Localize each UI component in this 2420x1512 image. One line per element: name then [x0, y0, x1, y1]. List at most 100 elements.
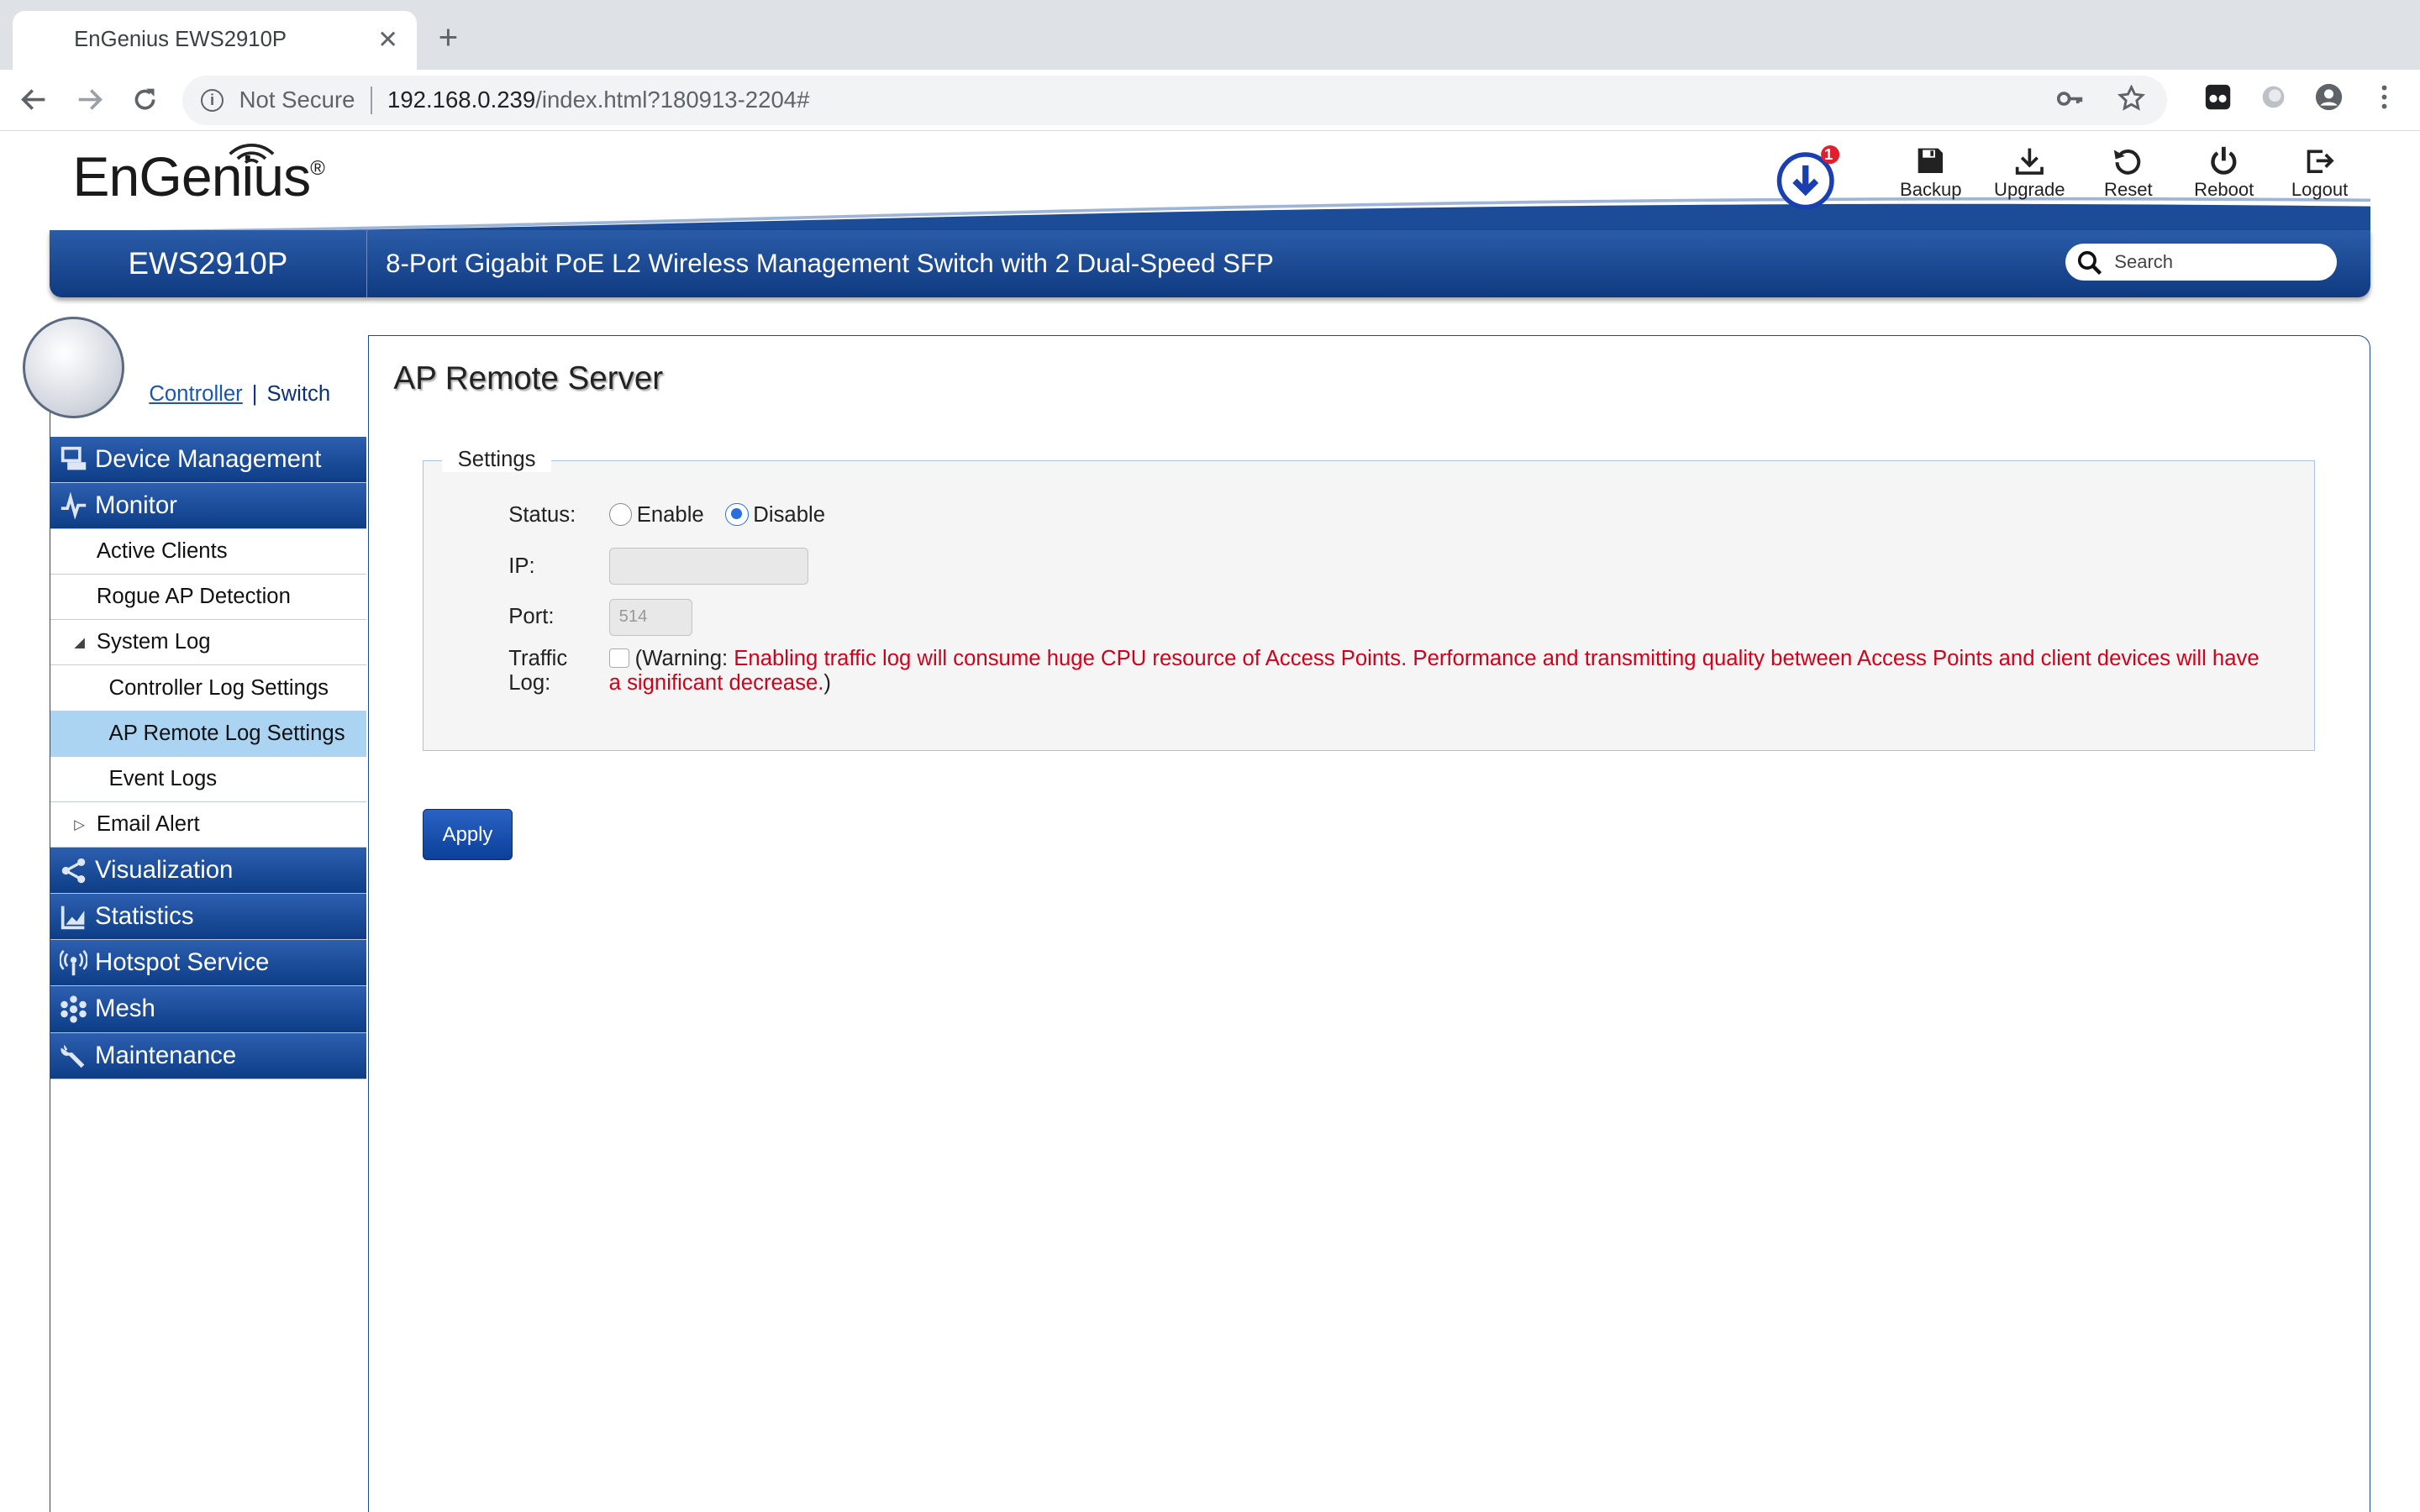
- traffic-label-line2: Log:: [508, 671, 551, 696]
- share-icon: [61, 858, 86, 883]
- visualization-label: Visualization: [95, 856, 234, 885]
- sidebar-item-hotspot[interactable]: Hotspot Service: [50, 940, 367, 987]
- controller-log-label: Controller Log Settings: [108, 675, 329, 700]
- browser-toolbar: i Not Secure 192.168.0.239/index.html?18…: [0, 69, 2420, 132]
- omnibox-separator: [370, 86, 372, 114]
- sidebar: Controller | Switch Device Management Moni…: [22, 316, 369, 1512]
- warning-message: Enabling traffic log will consume huge C…: [608, 646, 2260, 696]
- status-options: Enable Disable: [608, 502, 825, 528]
- notification-download-icon[interactable]: 1: [1775, 144, 1840, 210]
- new-tab-icon[interactable]: +: [439, 20, 459, 54]
- extension-icon[interactable]: [2204, 83, 2232, 111]
- model-name: EWS2910P: [50, 229, 368, 298]
- mesh-icon: [60, 995, 87, 1023]
- backup-button[interactable]: Backup: [1898, 145, 1963, 201]
- wifi-logo-icon: [229, 144, 275, 164]
- sidebar-menu: Device Management Monitor Active Clients…: [50, 436, 367, 1079]
- port-input[interactable]: 514: [608, 598, 692, 636]
- sidebar-item-maintenance[interactable]: Maintenance: [50, 1032, 367, 1079]
- active-clients-label: Active Clients: [96, 539, 228, 564]
- rogue-ap-label: Rogue AP Detection: [96, 585, 291, 609]
- url-path: /index.html?180913-2204#: [535, 87, 810, 113]
- disable-label[interactable]: Disable: [753, 503, 825, 527]
- apply-button[interactable]: Apply: [423, 809, 513, 861]
- event-logs-label: Event Logs: [108, 766, 218, 790]
- settings-fieldset: Settings Status: Enable Disable IP: Port…: [423, 447, 2316, 751]
- reboot-label: Reboot: [2194, 179, 2254, 201]
- hotspot-label: Hotspot Service: [95, 948, 270, 977]
- logout-button[interactable]: Logout: [2287, 145, 2352, 201]
- traffic-log-checkbox[interactable]: [608, 648, 629, 669]
- extension-icons: [2204, 83, 2398, 111]
- sidebar-item-rogue-ap[interactable]: Rogue AP Detection: [50, 575, 367, 621]
- antenna-icon: [59, 949, 87, 976]
- star-icon[interactable]: [2117, 85, 2145, 113]
- reset-label: Reset: [2104, 179, 2153, 201]
- browser-tab[interactable]: EnGenius EWS2910P ✕: [12, 10, 417, 70]
- sidebar-item-system-log[interactable]: ◢ System Log: [50, 620, 367, 666]
- sidebar-item-controller-log[interactable]: Controller Log Settings: [50, 665, 367, 711]
- sidebar-item-monitor[interactable]: Monitor: [50, 482, 367, 529]
- sidebar-item-device-management[interactable]: Device Management: [50, 436, 367, 483]
- address-bar[interactable]: i Not Secure 192.168.0.239/index.html?18…: [182, 75, 2167, 125]
- sidebar-item-ap-remote-log[interactable]: AP Remote Log Settings: [50, 711, 367, 757]
- sidebar-item-mesh[interactable]: Mesh: [50, 986, 367, 1033]
- search-placeholder: Search: [2114, 251, 2174, 273]
- backup-label: Backup: [1900, 179, 1962, 201]
- sidebar-item-active-clients[interactable]: Active Clients: [50, 528, 367, 575]
- expanded-caret-icon: ◢: [74, 633, 85, 650]
- logout-label: Logout: [2291, 179, 2349, 201]
- extension-circle-icon[interactable]: [2260, 83, 2287, 111]
- upgrade-label: Upgrade: [1994, 179, 2065, 201]
- reset-icon: [2114, 149, 2141, 175]
- monitor-icon: [60, 491, 86, 520]
- system-log-label: System Log: [96, 630, 211, 654]
- tab-close-icon[interactable]: ✕: [377, 25, 398, 55]
- warning-prefix: (Warning:: [634, 646, 734, 670]
- search-icon: [2078, 250, 2102, 275]
- sidebar-item-visualization[interactable]: Visualization: [50, 848, 367, 895]
- maintenance-label: Maintenance: [95, 1041, 237, 1069]
- traffic-label-line1: Traffic: [508, 646, 568, 670]
- sidebar-item-event-logs[interactable]: Event Logs: [50, 756, 367, 802]
- wrench-icon: [60, 1044, 85, 1068]
- ip-input[interactable]: [608, 548, 808, 585]
- top-actions: Backup Upgrade Reset Reboot Logout: [1898, 145, 2352, 201]
- traffic-log-label: Traffic Log:: [508, 647, 567, 696]
- reload-icon[interactable]: [124, 78, 166, 121]
- reset-button[interactable]: Reset: [2096, 145, 2160, 201]
- back-icon[interactable]: [13, 78, 55, 121]
- key-icon[interactable]: [2056, 85, 2084, 113]
- switch-link[interactable]: Switch: [266, 382, 330, 406]
- view-separator: |: [251, 382, 258, 407]
- disable-radio[interactable]: [725, 502, 749, 527]
- port-label: Port:: [508, 605, 555, 629]
- search-input[interactable]: Search: [2065, 244, 2337, 281]
- view-switch: Controller | Switch: [149, 382, 330, 407]
- statistics-label: Statistics: [95, 902, 194, 931]
- not-secure-label: Not Secure: [239, 87, 355, 113]
- controller-link[interactable]: Controller: [149, 382, 242, 406]
- menu-dots-icon[interactable]: [2370, 83, 2398, 111]
- mesh-label: Mesh: [95, 995, 155, 1023]
- traffic-log-row: (Warning: Enabling traffic log will cons…: [608, 646, 2276, 696]
- upgrade-button[interactable]: Upgrade: [1994, 145, 2065, 201]
- ip-label: IP:: [508, 554, 535, 578]
- reboot-button[interactable]: Reboot: [2191, 145, 2256, 201]
- email-alert-label: Email Alert: [96, 812, 200, 837]
- enable-radio[interactable]: [608, 502, 633, 527]
- profile-icon[interactable]: [2315, 83, 2343, 111]
- browser-tabstrip: EnGenius EWS2910P ✕ +: [0, 0, 2420, 70]
- status-label: Status:: [508, 502, 576, 527]
- enable-label[interactable]: Enable: [637, 503, 704, 527]
- floppy-icon: [1918, 148, 1944, 173]
- sidebar-item-email-alert[interactable]: ▷ Email Alert: [50, 801, 367, 848]
- device-thumbnail: [22, 316, 124, 418]
- ap-remote-log-label: AP Remote Log Settings: [108, 721, 345, 745]
- header-bar: EWS2910P 8-Port Gigabit PoE L2 Wireless …: [49, 229, 2371, 298]
- product-description: 8-Port Gigabit PoE L2 Wireless Managemen…: [386, 249, 1274, 279]
- forward-icon[interactable]: [68, 78, 111, 121]
- info-icon[interactable]: i: [200, 88, 224, 113]
- power-icon: [2211, 146, 2237, 175]
- sidebar-item-statistics[interactable]: Statistics: [50, 894, 367, 941]
